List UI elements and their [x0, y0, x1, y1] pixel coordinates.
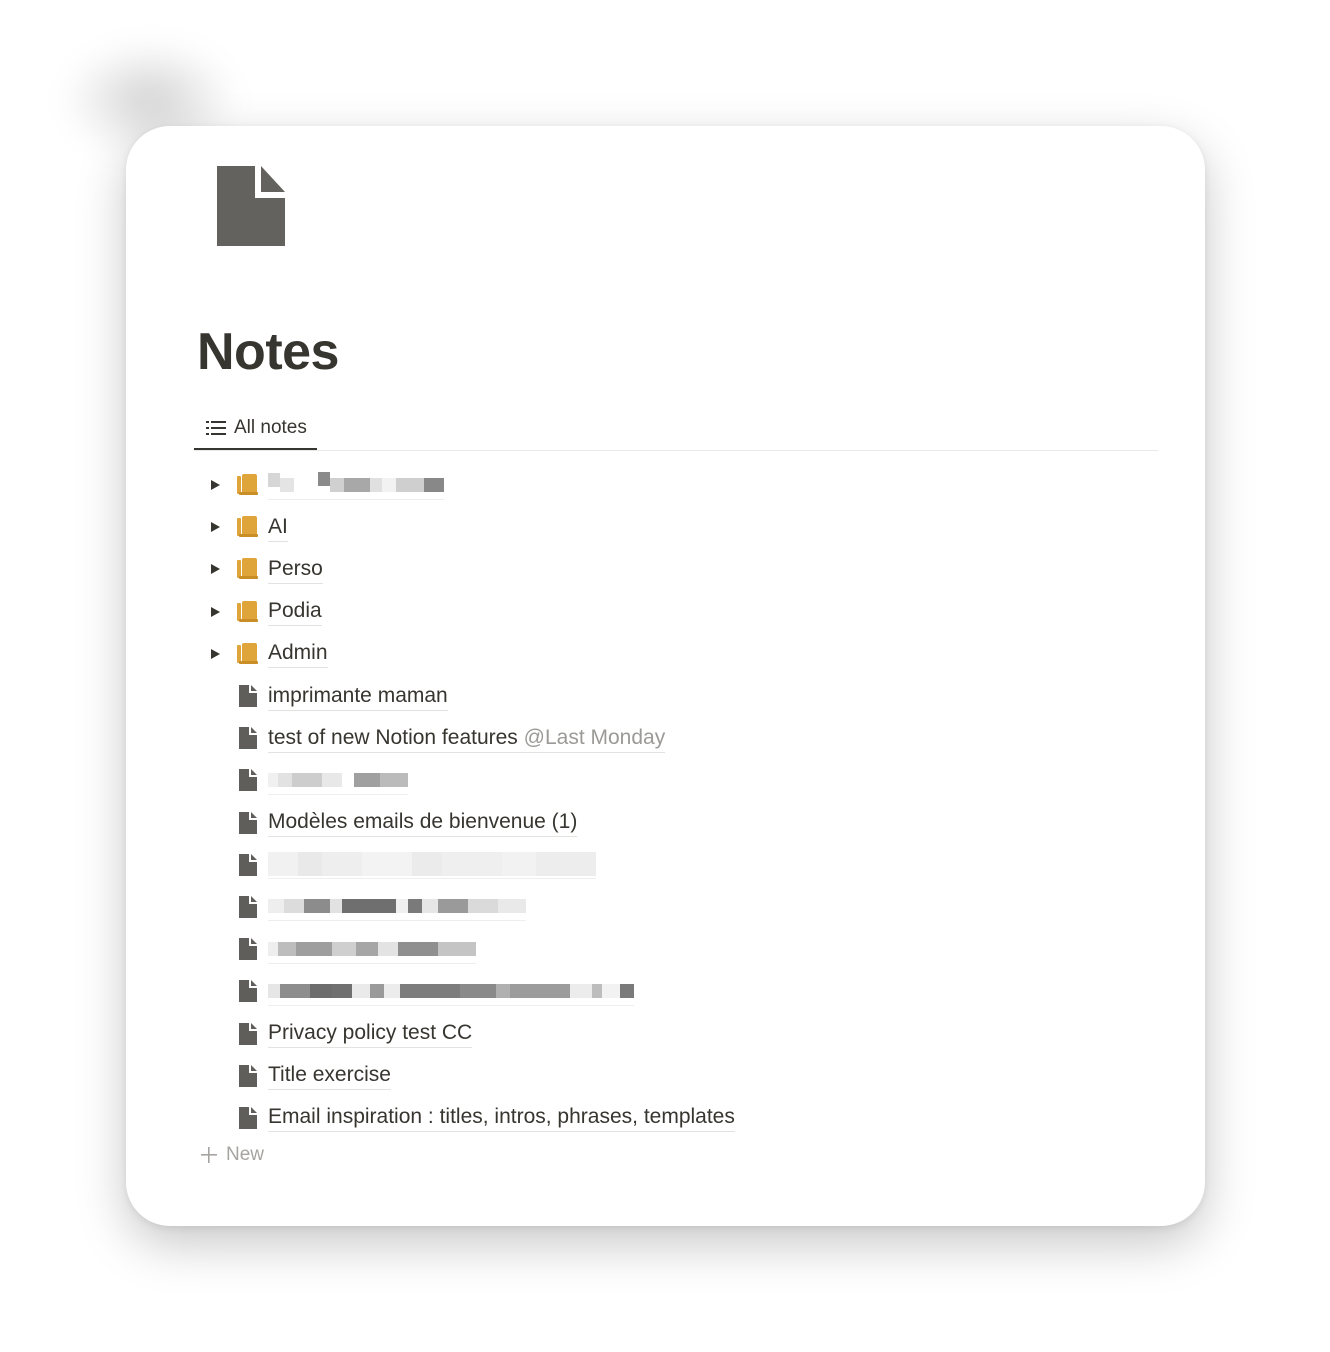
page-icon — [233, 936, 263, 962]
redacted-title — [268, 977, 634, 1006]
page-icon — [233, 852, 263, 878]
item-title: Admin — [268, 639, 328, 669]
folder-book-icon — [233, 514, 263, 540]
tab-all-notes[interactable]: All notes — [194, 408, 317, 450]
item-title: AI — [268, 513, 288, 542]
notion-page-window: Notes All notes AI Perso Podia Admin imp… — [126, 126, 1205, 1226]
date-mention[interactable]: @Last Monday — [524, 726, 666, 749]
list-item-page[interactable] — [202, 928, 1102, 970]
list-item-folder[interactable]: AI — [202, 506, 1102, 548]
list-item-page[interactable]: Email inspiration : titles, intros, phra… — [202, 1097, 1102, 1139]
item-title: Perso — [268, 555, 323, 584]
tab-label: All notes — [234, 417, 307, 438]
redacted-title — [268, 892, 526, 922]
notes-list: AI Perso Podia Admin imprimante maman te… — [202, 464, 1102, 1139]
item-title: imprimante maman — [268, 682, 448, 711]
list-item-page[interactable]: Privacy policy test CC — [202, 1012, 1102, 1054]
expand-toggle-icon[interactable] — [202, 514, 228, 540]
list-item-folder[interactable]: Perso — [202, 548, 1102, 590]
redacted-title — [268, 471, 444, 500]
item-title: Podia — [268, 597, 322, 627]
list-item-page[interactable] — [202, 970, 1102, 1012]
list-item-page[interactable] — [202, 844, 1102, 886]
page-icon — [233, 978, 263, 1004]
redacted-title — [268, 935, 476, 964]
list-item-page[interactable] — [202, 886, 1102, 928]
document-icon[interactable] — [217, 166, 285, 246]
item-title: test of new Notion features @Last Monday — [268, 724, 666, 753]
new-button-label: New — [226, 1144, 265, 1165]
list-item-folder[interactable] — [202, 464, 1102, 506]
folder-book-icon — [233, 472, 263, 498]
folder-book-icon — [233, 641, 263, 667]
list-item-page[interactable]: Title exercise — [202, 1055, 1102, 1097]
page-icon — [233, 683, 263, 709]
item-title: Title exercise — [268, 1061, 391, 1091]
page-icon — [233, 767, 263, 793]
item-title: Modèles emails de bienvenue (1) — [268, 808, 578, 838]
redacted-title — [268, 850, 596, 880]
item-title-text: test of new Notion features — [268, 725, 518, 749]
page-icon — [233, 810, 263, 836]
list-icon — [206, 421, 226, 435]
expand-toggle-icon[interactable] — [202, 599, 228, 625]
list-item-page[interactable]: imprimante maman — [202, 675, 1102, 717]
page-icon — [233, 894, 263, 920]
expand-toggle-icon[interactable] — [202, 472, 228, 498]
plus-icon — [201, 1147, 217, 1163]
folder-book-icon — [233, 556, 263, 582]
list-item-folder[interactable]: Podia — [202, 591, 1102, 633]
page-title[interactable]: Notes — [197, 320, 339, 384]
page-icon — [233, 1021, 263, 1047]
redacted-title — [268, 766, 408, 795]
new-page-button[interactable]: New — [200, 1144, 264, 1166]
list-item-page[interactable]: test of new Notion features @Last Monday — [202, 717, 1102, 759]
page-icon — [233, 725, 263, 751]
page-icon — [233, 1063, 263, 1089]
item-title: Privacy policy test CC — [268, 1019, 473, 1049]
folder-book-icon — [233, 599, 263, 625]
list-item-page[interactable]: Modèles emails de bienvenue (1) — [202, 802, 1102, 844]
item-title: Email inspiration : titles, intros, phra… — [268, 1103, 735, 1133]
list-item-folder[interactable]: Admin — [202, 633, 1102, 675]
page-icon — [233, 1105, 263, 1131]
expand-toggle-icon[interactable] — [202, 556, 228, 582]
view-tab-bar: All notes — [194, 408, 1158, 451]
expand-toggle-icon[interactable] — [202, 641, 228, 667]
list-item-page[interactable] — [202, 759, 1102, 801]
